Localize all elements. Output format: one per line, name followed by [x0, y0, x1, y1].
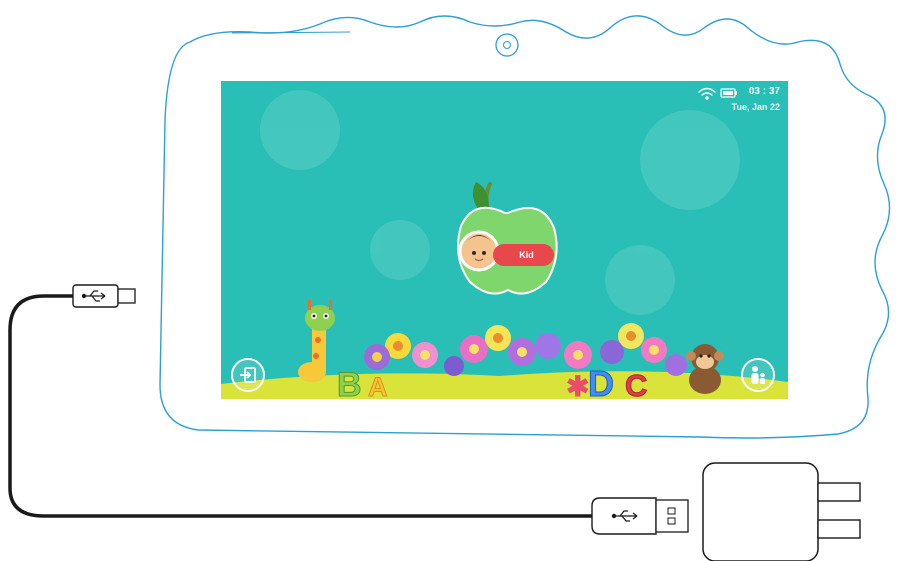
- clock-time: 03 : 37: [748, 86, 780, 97]
- status-date: Tue, Jan 22: [731, 102, 780, 112]
- kid-avatar: [458, 230, 500, 272]
- letter-a: A: [368, 372, 388, 402]
- wall-adapter: [702, 462, 861, 561]
- kid-profile-button[interactable]: Kid: [493, 244, 554, 266]
- parent-icon: [751, 366, 765, 384]
- status-bar: 03 : 37 Tue, Jan 22: [680, 86, 780, 112]
- exit-icon: [240, 367, 256, 383]
- letter-c: C: [625, 368, 647, 403]
- letter-d: D: [588, 363, 614, 404]
- usb-a-plug: [591, 497, 689, 535]
- micro-usb-plug: [72, 284, 136, 308]
- exit-button[interactable]: [231, 358, 265, 392]
- parent-mode-button[interactable]: [741, 358, 775, 392]
- profile-name: Kid: [519, 250, 534, 260]
- letter-b: B: [337, 366, 362, 404]
- star: ✱: [566, 371, 589, 402]
